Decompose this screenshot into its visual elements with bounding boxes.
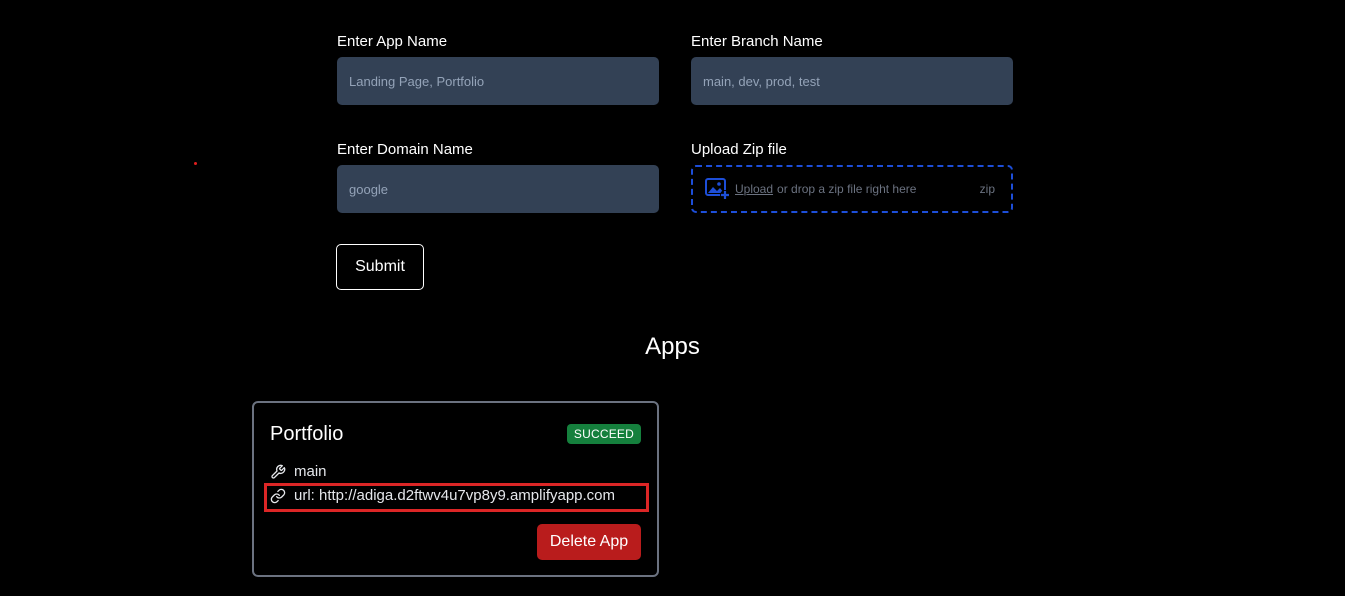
status-badge: SUCCEED [566, 424, 641, 444]
wrench-icon [270, 464, 286, 480]
branch-name-input[interactable] [691, 57, 1013, 105]
link-icon [270, 488, 286, 504]
upload-extension: zip [979, 182, 995, 196]
branch-row: main [270, 463, 327, 480]
app-name: Portfolio [270, 423, 344, 445]
upload-hint: or drop a zip file right here [777, 182, 917, 196]
app-name-input[interactable] [337, 57, 659, 105]
domain-name-label: Enter Domain Name [337, 141, 473, 158]
url-row: url: http://adiga.d2ftwv4u7vp8y9.amplify… [270, 487, 615, 504]
app-card: Portfolio SUCCEED main url: http://adiga… [252, 401, 659, 577]
upload-dropzone[interactable]: Upload or drop a zip file right here zip [691, 165, 1013, 213]
app-url[interactable]: url: http://adiga.d2ftwv4u7vp8y9.amplify… [294, 487, 615, 504]
apps-heading: Apps [645, 333, 700, 360]
upload-link[interactable]: Upload [735, 182, 773, 196]
domain-name-input[interactable] [337, 165, 659, 213]
app-name-label: Enter App Name [337, 33, 448, 50]
branch-name: main [294, 463, 327, 480]
image-add-icon [705, 177, 731, 201]
submit-button[interactable]: Submit [336, 244, 424, 290]
upload-label: Upload Zip file [691, 141, 787, 158]
page: Enter App Name Enter Branch Name Enter D… [0, 0, 1345, 596]
branch-name-label: Enter Branch Name [691, 33, 823, 50]
delete-app-button[interactable]: Delete App [537, 524, 641, 560]
cursor-dot [194, 162, 197, 165]
